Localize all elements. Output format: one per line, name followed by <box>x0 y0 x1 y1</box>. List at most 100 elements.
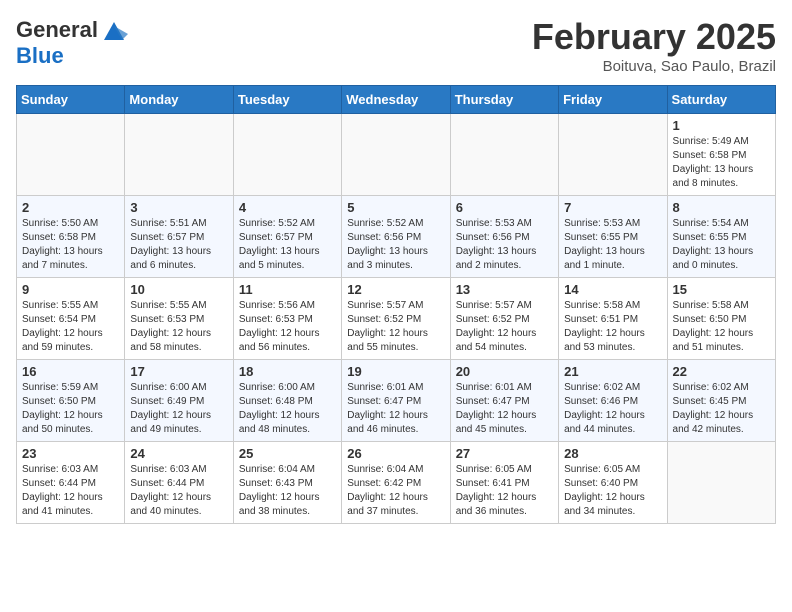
day-number: 28 <box>564 446 661 461</box>
day-number: 14 <box>564 282 661 297</box>
day-number: 26 <box>347 446 444 461</box>
day-info: Sunrise: 6:02 AM Sunset: 6:45 PM Dayligh… <box>673 381 770 437</box>
calendar-cell: 25Sunrise: 6:04 AM Sunset: 6:43 PM Dayli… <box>233 442 341 524</box>
calendar-week-4: 16 Sunrise: 5:59 AM Sunset: 6:50 PM Dayli… <box>17 360 776 442</box>
day-number: 8 <box>673 200 770 215</box>
day-info: Sunrise: 5:52 AM Sunset: 6:57 PM Dayligh… <box>239 217 336 273</box>
day-info: Sunrise: 5:53 AM Sunset: 6:56 PM Dayligh… <box>456 217 553 273</box>
weekday-header-monday: Monday <box>125 86 233 114</box>
calendar-cell <box>233 114 341 196</box>
calendar-cell: 16 Sunrise: 5:59 AM Sunset: 6:50 PM Dayli… <box>17 360 125 442</box>
day-number: 5 <box>347 200 444 215</box>
day-info: Sunrise: 5:56 AM Sunset: 6:53 PM Dayligh… <box>239 299 336 355</box>
calendar-cell <box>559 114 667 196</box>
calendar-cell <box>17 114 125 196</box>
day-number: 21 <box>564 364 661 379</box>
day-info: Sunrise: 5:55 AM Sunset: 6:53 PM Dayligh… <box>130 299 227 355</box>
calendar-cell: 28 Sunrise: 6:05 AM Sunset: 6:40 PM Dayli… <box>559 442 667 524</box>
title-block: February 2025 Boituva, Sao Paulo, Brazil <box>532 16 776 75</box>
calendar-cell: 24 Sunrise: 6:03 AM Sunset: 6:44 PM Dayli… <box>125 442 233 524</box>
day-number: 19 <box>347 364 444 379</box>
day-number: 2 <box>22 200 119 215</box>
calendar-cell: 4 Sunrise: 5:52 AM Sunset: 6:57 PM Daylig… <box>233 196 341 278</box>
day-info: Sunrise: 5:58 AM Sunset: 6:50 PM Dayligh… <box>673 299 770 355</box>
logo-icon <box>100 16 128 44</box>
calendar-cell <box>125 114 233 196</box>
weekday-header-sunday: Sunday <box>17 86 125 114</box>
weekday-header-thursday: Thursday <box>450 86 558 114</box>
calendar-cell: 10Sunrise: 5:55 AM Sunset: 6:53 PM Dayli… <box>125 278 233 360</box>
calendar-cell: 11 Sunrise: 5:56 AM Sunset: 6:53 PM Dayli… <box>233 278 341 360</box>
day-number: 18 <box>239 364 336 379</box>
day-info: Sunrise: 5:57 AM Sunset: 6:52 PM Dayligh… <box>456 299 553 355</box>
logo-blue: Blue <box>16 44 128 68</box>
day-info: Sunrise: 6:01 AM Sunset: 6:47 PM Dayligh… <box>347 381 444 437</box>
calendar-cell: 19 Sunrise: 6:01 AM Sunset: 6:47 PM Dayli… <box>342 360 450 442</box>
day-number: 27 <box>456 446 553 461</box>
calendar-table: SundayMondayTuesdayWednesdayThursdayFrid… <box>16 85 776 524</box>
day-number: 23 <box>22 446 119 461</box>
day-number: 9 <box>22 282 119 297</box>
day-number: 11 <box>239 282 336 297</box>
day-number: 24 <box>130 446 227 461</box>
day-number: 20 <box>456 364 553 379</box>
day-info: Sunrise: 6:05 AM Sunset: 6:41 PM Dayligh… <box>456 463 553 519</box>
calendar-cell: 18Sunrise: 6:00 AM Sunset: 6:48 PM Dayli… <box>233 360 341 442</box>
calendar-week-3: 9 Sunrise: 5:55 AM Sunset: 6:54 PM Daylig… <box>17 278 776 360</box>
day-info: Sunrise: 6:02 AM Sunset: 6:46 PM Dayligh… <box>564 381 661 437</box>
day-number: 3 <box>130 200 227 215</box>
weekday-header-row: SundayMondayTuesdayWednesdayThursdayFrid… <box>17 86 776 114</box>
day-number: 12 <box>347 282 444 297</box>
day-info: Sunrise: 6:05 AM Sunset: 6:40 PM Dayligh… <box>564 463 661 519</box>
calendar-cell: 17 Sunrise: 6:00 AM Sunset: 6:49 PM Dayli… <box>125 360 233 442</box>
calendar-cell: 7 Sunrise: 5:53 AM Sunset: 6:55 PM Daylig… <box>559 196 667 278</box>
calendar-cell: 1 Sunrise: 5:49 AM Sunset: 6:58 PM Daylig… <box>667 114 775 196</box>
calendar-cell: 15 Sunrise: 5:58 AM Sunset: 6:50 PM Dayli… <box>667 278 775 360</box>
day-number: 17 <box>130 364 227 379</box>
day-info: Sunrise: 5:49 AM Sunset: 6:58 PM Dayligh… <box>673 135 770 191</box>
day-info: Sunrise: 5:54 AM Sunset: 6:55 PM Dayligh… <box>673 217 770 273</box>
day-info: Sunrise: 5:51 AM Sunset: 6:57 PM Dayligh… <box>130 217 227 273</box>
day-number: 4 <box>239 200 336 215</box>
calendar-cell: 6 Sunrise: 5:53 AM Sunset: 6:56 PM Daylig… <box>450 196 558 278</box>
calendar-cell: 9 Sunrise: 5:55 AM Sunset: 6:54 PM Daylig… <box>17 278 125 360</box>
calendar-cell: 14Sunrise: 5:58 AM Sunset: 6:51 PM Dayli… <box>559 278 667 360</box>
calendar-cell: 2 Sunrise: 5:50 AM Sunset: 6:58 PM Daylig… <box>17 196 125 278</box>
calendar-cell: 23 Sunrise: 6:03 AM Sunset: 6:44 PM Dayli… <box>17 442 125 524</box>
calendar-cell <box>450 114 558 196</box>
day-info: Sunrise: 6:00 AM Sunset: 6:49 PM Dayligh… <box>130 381 227 437</box>
calendar-cell: 13 Sunrise: 5:57 AM Sunset: 6:52 PM Dayli… <box>450 278 558 360</box>
calendar-cell: 5 Sunrise: 5:52 AM Sunset: 6:56 PM Daylig… <box>342 196 450 278</box>
day-number: 7 <box>564 200 661 215</box>
day-info: Sunrise: 6:01 AM Sunset: 6:47 PM Dayligh… <box>456 381 553 437</box>
day-number: 15 <box>673 282 770 297</box>
calendar-week-2: 2 Sunrise: 5:50 AM Sunset: 6:58 PM Daylig… <box>17 196 776 278</box>
day-info: Sunrise: 5:50 AM Sunset: 6:58 PM Dayligh… <box>22 217 119 273</box>
day-info: Sunrise: 5:52 AM Sunset: 6:56 PM Dayligh… <box>347 217 444 273</box>
day-info: Sunrise: 6:03 AM Sunset: 6:44 PM Dayligh… <box>130 463 227 519</box>
day-number: 6 <box>456 200 553 215</box>
day-number: 1 <box>673 118 770 133</box>
day-info: Sunrise: 5:55 AM Sunset: 6:54 PM Dayligh… <box>22 299 119 355</box>
calendar-cell: 8 Sunrise: 5:54 AM Sunset: 6:55 PM Daylig… <box>667 196 775 278</box>
day-info: Sunrise: 5:53 AM Sunset: 6:55 PM Dayligh… <box>564 217 661 273</box>
logo-general: General <box>16 18 98 42</box>
calendar-cell: 21 Sunrise: 6:02 AM Sunset: 6:46 PM Dayli… <box>559 360 667 442</box>
weekday-header-tuesday: Tuesday <box>233 86 341 114</box>
calendar-cell <box>667 442 775 524</box>
day-number: 22 <box>673 364 770 379</box>
calendar-week-5: 23 Sunrise: 6:03 AM Sunset: 6:44 PM Dayli… <box>17 442 776 524</box>
calendar-cell: 3 Sunrise: 5:51 AM Sunset: 6:57 PM Daylig… <box>125 196 233 278</box>
location: Boituva, Sao Paulo, Brazil <box>532 58 776 75</box>
page-header: General Blue February 2025 Boituva, Sao … <box>16 16 776 75</box>
weekday-header-friday: Friday <box>559 86 667 114</box>
calendar-cell: 12Sunrise: 5:57 AM Sunset: 6:52 PM Dayli… <box>342 278 450 360</box>
day-number: 13 <box>456 282 553 297</box>
day-info: Sunrise: 6:04 AM Sunset: 6:42 PM Dayligh… <box>347 463 444 519</box>
calendar-cell: 26 Sunrise: 6:04 AM Sunset: 6:42 PM Dayli… <box>342 442 450 524</box>
day-info: Sunrise: 5:59 AM Sunset: 6:50 PM Dayligh… <box>22 381 119 437</box>
day-info: Sunrise: 6:03 AM Sunset: 6:44 PM Dayligh… <box>22 463 119 519</box>
day-number: 16 <box>22 364 119 379</box>
weekday-header-saturday: Saturday <box>667 86 775 114</box>
calendar-cell <box>342 114 450 196</box>
